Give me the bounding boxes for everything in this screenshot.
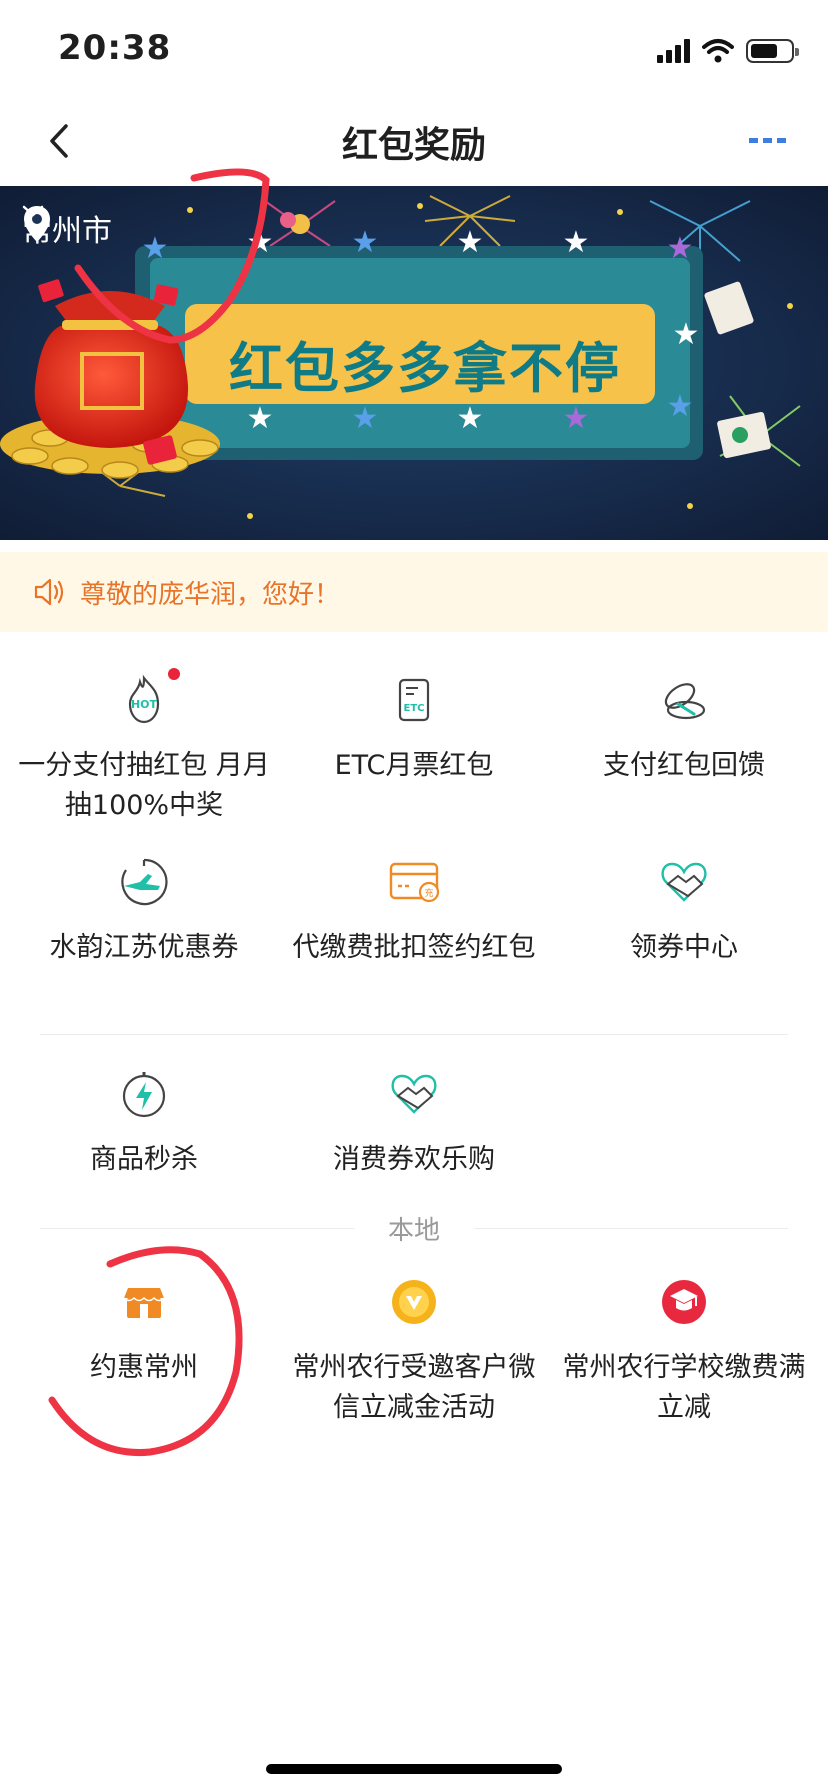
local-section-title: 本地	[387, 1216, 440, 1246]
svg-text:★: ★	[457, 401, 484, 436]
flash-timer-icon	[122, 1072, 166, 1118]
grid-item-coupon-center[interactable]: 领券中心	[546, 856, 822, 976]
banner-slogan: 红包多多拿不停	[229, 337, 621, 400]
more-dots-icon	[749, 138, 786, 143]
svg-text:充: 充	[424, 887, 433, 899]
svg-text:★: ★	[673, 317, 700, 352]
hot-flame-icon: HOT	[128, 674, 160, 724]
svg-text:ETC: ETC	[404, 703, 425, 714]
greeting-notice: 尊敬的庞华润，您好！	[0, 552, 828, 632]
svg-text:★: ★	[667, 231, 694, 266]
grid-item-consumer-voucher[interactable]: 消费券欢乐购	[276, 1068, 552, 1188]
grid-item-label: 约惠常州	[90, 1352, 198, 1383]
svg-text:★: ★	[457, 225, 484, 260]
wifi-icon	[702, 39, 734, 63]
svg-text:★: ★	[142, 231, 169, 266]
more-button[interactable]	[738, 116, 798, 166]
svg-text:HOT: HOT	[131, 698, 158, 711]
grid-item-wechat-discount[interactable]: 常州农行受邀客户微信立减金活动	[276, 1276, 552, 1436]
grid-item-label: ETC月票红包	[334, 750, 494, 781]
svg-text:★: ★	[667, 389, 694, 424]
speaker-icon	[34, 578, 64, 606]
grid-item-jiangsu-coupon[interactable]: 水韵江苏优惠券	[6, 856, 282, 976]
navigation-bar: 红包奖励	[0, 96, 828, 186]
promo-banner[interactable]: ★ ★ ★ ★ ★ ★ ★ ★ ★ ★ ★ ★ 常州市 红包多多拿不停	[0, 186, 828, 540]
grid-item-payment-redpacket[interactable]: 支付红包回馈	[546, 674, 822, 794]
cellular-signal-icon	[657, 39, 690, 63]
page-title: 红包奖励	[341, 125, 486, 166]
handshake-heart-icon	[391, 1074, 437, 1114]
svg-text:★: ★	[563, 225, 590, 260]
svg-text:★: ★	[247, 225, 274, 260]
handshake-heart-icon	[661, 862, 707, 902]
coin-stack-icon	[664, 683, 706, 720]
new-badge-dot	[168, 668, 180, 680]
local-section-header: 本地	[0, 1208, 828, 1248]
status-bar: 20:38	[0, 0, 828, 96]
grid-item-label: 商品秒杀	[90, 1144, 198, 1175]
battery-icon	[746, 39, 799, 63]
grid-item-batch-debit-redpacket[interactable]: 充 代缴费批扣签约红包	[276, 856, 552, 1016]
grid-item-label: 领券中心	[630, 932, 738, 963]
grid-item-flash-sale[interactable]: 商品秒杀	[6, 1068, 282, 1188]
grid-item-label: 水韵江苏优惠券	[49, 932, 239, 963]
graduation-icon	[662, 1280, 706, 1324]
greeting-text: 尊敬的庞华润，您好！	[80, 579, 341, 610]
status-time: 20:38	[58, 28, 172, 68]
etc-card-icon: ETC	[398, 678, 430, 722]
city-selector[interactable]: 常州市	[22, 204, 112, 252]
shop-icon	[123, 1288, 165, 1318]
grid-divider	[40, 1034, 788, 1035]
recharge-card-icon: 充	[389, 862, 440, 903]
grid-item-label: 一分支付抽红包 月月抽100%中奖	[18, 750, 270, 821]
grid-item-etc-ticket[interactable]: ETC ETC月票红包	[276, 674, 552, 794]
grid-item-school-fee-discount[interactable]: 常州农行学校缴费满立减	[546, 1276, 822, 1436]
svg-text:★: ★	[352, 225, 379, 260]
grid-item-label: 支付红包回馈	[603, 750, 765, 781]
grid-item-one-cent-lottery[interactable]: HOT 一分支付抽红包 月月抽100%中奖	[6, 668, 282, 834]
svg-text:★: ★	[352, 401, 379, 436]
grid-item-yuehui-changzhou[interactable]: 约惠常州	[6, 1276, 282, 1396]
v-coin-icon	[392, 1280, 436, 1324]
status-icons	[657, 34, 799, 68]
travel-plane-icon	[121, 858, 168, 906]
svg-text:★: ★	[563, 401, 590, 436]
grid-item-label: 常州农行受邀客户微信立减金活动	[292, 1352, 536, 1423]
svg-text:★: ★	[247, 401, 274, 436]
home-indicator	[266, 1764, 562, 1774]
chevron-down-icon	[22, 205, 44, 217]
grid-item-label: 代缴费批扣签约红包	[292, 932, 536, 963]
grid-item-label: 常州农行学校缴费满立减	[562, 1352, 806, 1423]
grid-item-label: 消费券欢乐购	[333, 1144, 495, 1175]
